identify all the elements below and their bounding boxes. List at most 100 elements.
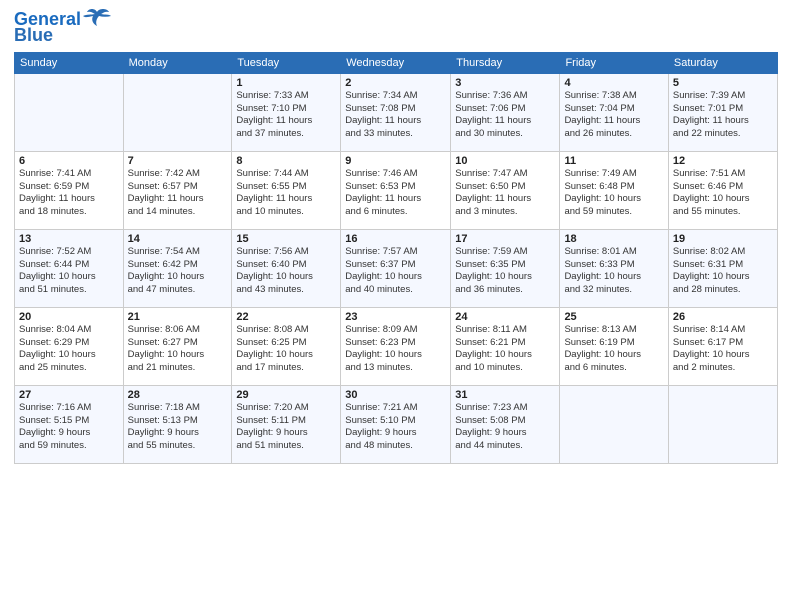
calendar-cell: 21Sunrise: 8:06 AMSunset: 6:27 PMDayligh…	[123, 307, 232, 385]
calendar-cell: 1Sunrise: 7:33 AMSunset: 7:10 PMDaylight…	[232, 73, 341, 151]
day-info: Sunrise: 7:54 AMSunset: 6:42 PMDaylight:…	[128, 246, 228, 297]
day-info: Sunrise: 7:56 AMSunset: 6:40 PMDaylight:…	[236, 246, 336, 297]
calendar-cell	[15, 73, 124, 151]
weekday-header-saturday: Saturday	[668, 52, 777, 73]
day-info: Sunrise: 7:57 AMSunset: 6:37 PMDaylight:…	[345, 246, 446, 297]
calendar-cell: 18Sunrise: 8:01 AMSunset: 6:33 PMDayligh…	[560, 229, 668, 307]
day-info: Sunrise: 8:02 AMSunset: 6:31 PMDaylight:…	[673, 246, 773, 297]
day-info: Sunrise: 7:39 AMSunset: 7:01 PMDaylight:…	[673, 90, 773, 141]
day-number: 4	[564, 77, 663, 89]
day-info: Sunrise: 7:38 AMSunset: 7:04 PMDaylight:…	[564, 90, 663, 141]
day-number: 14	[128, 233, 228, 245]
day-info: Sunrise: 7:49 AMSunset: 6:48 PMDaylight:…	[564, 168, 663, 219]
day-info: Sunrise: 7:23 AMSunset: 5:08 PMDaylight:…	[455, 402, 555, 453]
calendar-cell: 11Sunrise: 7:49 AMSunset: 6:48 PMDayligh…	[560, 151, 668, 229]
calendar-cell: 13Sunrise: 7:52 AMSunset: 6:44 PMDayligh…	[15, 229, 124, 307]
day-number: 26	[673, 311, 773, 323]
calendar-cell: 28Sunrise: 7:18 AMSunset: 5:13 PMDayligh…	[123, 385, 232, 463]
logo-blue-text: Blue	[14, 26, 53, 46]
logo: General Blue	[14, 10, 111, 46]
day-info: Sunrise: 7:47 AMSunset: 6:50 PMDaylight:…	[455, 168, 555, 219]
day-number: 9	[345, 155, 446, 167]
calendar-header-row: SundayMondayTuesdayWednesdayThursdayFrid…	[15, 52, 778, 73]
day-number: 24	[455, 311, 555, 323]
day-info: Sunrise: 7:18 AMSunset: 5:13 PMDaylight:…	[128, 402, 228, 453]
weekday-header-tuesday: Tuesday	[232, 52, 341, 73]
calendar-cell: 25Sunrise: 8:13 AMSunset: 6:19 PMDayligh…	[560, 307, 668, 385]
weekday-header-friday: Friday	[560, 52, 668, 73]
day-number: 19	[673, 233, 773, 245]
weekday-header-monday: Monday	[123, 52, 232, 73]
day-info: Sunrise: 8:01 AMSunset: 6:33 PMDaylight:…	[564, 246, 663, 297]
calendar-cell: 4Sunrise: 7:38 AMSunset: 7:04 PMDaylight…	[560, 73, 668, 151]
day-number: 25	[564, 311, 663, 323]
day-info: Sunrise: 7:59 AMSunset: 6:35 PMDaylight:…	[455, 246, 555, 297]
day-number: 5	[673, 77, 773, 89]
calendar-cell: 31Sunrise: 7:23 AMSunset: 5:08 PMDayligh…	[451, 385, 560, 463]
day-number: 20	[19, 311, 119, 323]
calendar-cell: 9Sunrise: 7:46 AMSunset: 6:53 PMDaylight…	[341, 151, 451, 229]
day-info: Sunrise: 7:51 AMSunset: 6:46 PMDaylight:…	[673, 168, 773, 219]
calendar-cell: 8Sunrise: 7:44 AMSunset: 6:55 PMDaylight…	[232, 151, 341, 229]
calendar-cell: 23Sunrise: 8:09 AMSunset: 6:23 PMDayligh…	[341, 307, 451, 385]
calendar-cell: 3Sunrise: 7:36 AMSunset: 7:06 PMDaylight…	[451, 73, 560, 151]
calendar-table: SundayMondayTuesdayWednesdayThursdayFrid…	[14, 52, 778, 464]
day-info: Sunrise: 7:34 AMSunset: 7:08 PMDaylight:…	[345, 90, 446, 141]
day-info: Sunrise: 8:09 AMSunset: 6:23 PMDaylight:…	[345, 324, 446, 375]
day-number: 18	[564, 233, 663, 245]
day-number: 11	[564, 155, 663, 167]
day-info: Sunrise: 7:44 AMSunset: 6:55 PMDaylight:…	[236, 168, 336, 219]
calendar-week-row: 20Sunrise: 8:04 AMSunset: 6:29 PMDayligh…	[15, 307, 778, 385]
day-info: Sunrise: 8:08 AMSunset: 6:25 PMDaylight:…	[236, 324, 336, 375]
day-number: 2	[345, 77, 446, 89]
calendar-cell: 12Sunrise: 7:51 AMSunset: 6:46 PMDayligh…	[668, 151, 777, 229]
day-info: Sunrise: 7:36 AMSunset: 7:06 PMDaylight:…	[455, 90, 555, 141]
calendar-cell	[560, 385, 668, 463]
calendar-cell: 26Sunrise: 8:14 AMSunset: 6:17 PMDayligh…	[668, 307, 777, 385]
day-number: 17	[455, 233, 555, 245]
calendar-cell: 14Sunrise: 7:54 AMSunset: 6:42 PMDayligh…	[123, 229, 232, 307]
day-info: Sunrise: 8:11 AMSunset: 6:21 PMDaylight:…	[455, 324, 555, 375]
day-number: 13	[19, 233, 119, 245]
calendar-cell: 5Sunrise: 7:39 AMSunset: 7:01 PMDaylight…	[668, 73, 777, 151]
calendar-week-row: 6Sunrise: 7:41 AMSunset: 6:59 PMDaylight…	[15, 151, 778, 229]
day-number: 7	[128, 155, 228, 167]
weekday-header-wednesday: Wednesday	[341, 52, 451, 73]
day-number: 30	[345, 389, 446, 401]
day-info: Sunrise: 7:20 AMSunset: 5:11 PMDaylight:…	[236, 402, 336, 453]
calendar-week-row: 1Sunrise: 7:33 AMSunset: 7:10 PMDaylight…	[15, 73, 778, 151]
weekday-header-sunday: Sunday	[15, 52, 124, 73]
day-number: 16	[345, 233, 446, 245]
calendar-cell: 27Sunrise: 7:16 AMSunset: 5:15 PMDayligh…	[15, 385, 124, 463]
calendar-cell: 22Sunrise: 8:08 AMSunset: 6:25 PMDayligh…	[232, 307, 341, 385]
day-number: 27	[19, 389, 119, 401]
day-info: Sunrise: 7:42 AMSunset: 6:57 PMDaylight:…	[128, 168, 228, 219]
logo-bird-icon	[83, 8, 111, 30]
calendar-cell: 16Sunrise: 7:57 AMSunset: 6:37 PMDayligh…	[341, 229, 451, 307]
calendar-cell	[668, 385, 777, 463]
calendar-cell: 15Sunrise: 7:56 AMSunset: 6:40 PMDayligh…	[232, 229, 341, 307]
day-number: 28	[128, 389, 228, 401]
day-number: 15	[236, 233, 336, 245]
page-header: General Blue	[14, 10, 778, 46]
calendar-week-row: 27Sunrise: 7:16 AMSunset: 5:15 PMDayligh…	[15, 385, 778, 463]
calendar-cell: 10Sunrise: 7:47 AMSunset: 6:50 PMDayligh…	[451, 151, 560, 229]
day-number: 21	[128, 311, 228, 323]
day-number: 29	[236, 389, 336, 401]
calendar-cell: 29Sunrise: 7:20 AMSunset: 5:11 PMDayligh…	[232, 385, 341, 463]
day-info: Sunrise: 7:33 AMSunset: 7:10 PMDaylight:…	[236, 90, 336, 141]
calendar-cell: 19Sunrise: 8:02 AMSunset: 6:31 PMDayligh…	[668, 229, 777, 307]
day-info: Sunrise: 7:52 AMSunset: 6:44 PMDaylight:…	[19, 246, 119, 297]
day-info: Sunrise: 8:13 AMSunset: 6:19 PMDaylight:…	[564, 324, 663, 375]
day-number: 10	[455, 155, 555, 167]
day-number: 12	[673, 155, 773, 167]
day-info: Sunrise: 8:14 AMSunset: 6:17 PMDaylight:…	[673, 324, 773, 375]
day-number: 1	[236, 77, 336, 89]
calendar-cell: 7Sunrise: 7:42 AMSunset: 6:57 PMDaylight…	[123, 151, 232, 229]
day-info: Sunrise: 8:04 AMSunset: 6:29 PMDaylight:…	[19, 324, 119, 375]
calendar-week-row: 13Sunrise: 7:52 AMSunset: 6:44 PMDayligh…	[15, 229, 778, 307]
calendar-cell: 30Sunrise: 7:21 AMSunset: 5:10 PMDayligh…	[341, 385, 451, 463]
calendar-cell	[123, 73, 232, 151]
day-number: 22	[236, 311, 336, 323]
calendar-cell: 6Sunrise: 7:41 AMSunset: 6:59 PMDaylight…	[15, 151, 124, 229]
